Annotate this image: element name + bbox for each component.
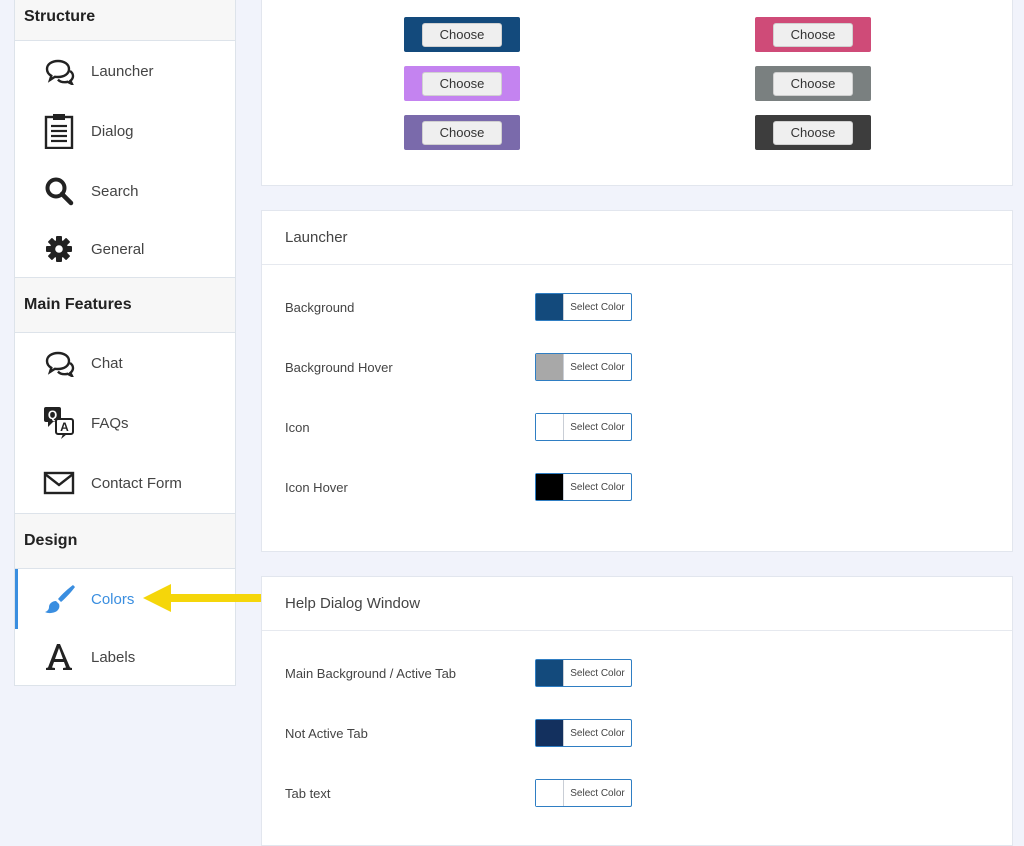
color-picker-not-active-tab[interactable]: Select Color [535, 719, 632, 747]
setting-label: Background Hover [285, 359, 393, 375]
pointer-arrow [143, 584, 265, 612]
color-swatch [536, 720, 564, 746]
color-picker-tab-text[interactable]: Select Color [535, 779, 632, 807]
sidebar-item-label: Contact Form [91, 474, 182, 492]
sidebar-item-dialog[interactable]: Dialog [15, 101, 235, 161]
sidebar-group-title: Design [24, 532, 78, 549]
color-picker-icon-hover[interactable]: Select Color [535, 473, 632, 501]
sidebar-group-main-features: Main Features [14, 278, 236, 333]
theme-presets-card: Choose Choose Choose Choose Choose Choos… [261, 0, 1013, 186]
theme-swatch: Choose [404, 66, 520, 101]
sidebar-item-faqs[interactable]: QA FAQs [15, 393, 235, 453]
color-swatch [536, 354, 564, 380]
color-swatch [536, 474, 564, 500]
gear-icon [41, 231, 77, 267]
color-picker-background-hover[interactable]: Select Color [535, 353, 632, 381]
card-title: Help Dialog Window [262, 577, 1012, 631]
letter-a-icon [41, 639, 77, 675]
launcher-colors-card: Launcher Background Select Color Backgro… [261, 210, 1013, 552]
choose-theme-button[interactable]: Choose [773, 120, 853, 145]
setting-label: Main Background / Active Tab [285, 665, 457, 681]
sidebar-item-label: FAQs [91, 414, 129, 432]
clipboard-icon [41, 113, 77, 149]
svg-text:A: A [60, 420, 69, 434]
brush-icon [41, 581, 77, 617]
sidebar-item-contact-form[interactable]: Contact Form [15, 453, 235, 513]
setting-label: Icon [285, 419, 310, 435]
envelope-icon [41, 465, 77, 501]
color-swatch [536, 414, 564, 440]
theme-swatch: Choose [755, 115, 871, 150]
setting-label: Background [285, 299, 355, 315]
setting-label: Tab text [285, 785, 331, 801]
choose-theme-button[interactable]: Choose [773, 71, 853, 96]
sidebar-item-label: Dialog [91, 122, 134, 140]
sidebar-group-title: Main Features [24, 296, 132, 313]
color-picker-background[interactable]: Select Color [535, 293, 632, 321]
select-color-label: Select Color [570, 301, 625, 313]
search-icon [41, 173, 77, 209]
sidebar-item-label: General [91, 240, 145, 258]
theme-swatch: Choose [404, 115, 520, 150]
choose-theme-button[interactable]: Choose [422, 22, 502, 47]
choose-theme-button[interactable]: Choose [773, 22, 853, 47]
theme-swatch: Choose [755, 66, 871, 101]
color-picker-main-background[interactable]: Select Color [535, 659, 632, 687]
select-color-label: Select Color [570, 787, 625, 799]
select-color-label: Select Color [570, 727, 625, 739]
select-color-label: Select Color [570, 481, 625, 493]
sidebar-item-label: Launcher [91, 62, 154, 80]
setting-label: Icon Hover [285, 479, 348, 495]
qa-icon: QA [41, 405, 77, 441]
sidebar-group-title: Structure [24, 7, 96, 25]
sidebar-item-label: Labels [91, 648, 136, 666]
sidebar-item-label: Colors [91, 590, 135, 608]
card-title: Launcher [262, 211, 1012, 265]
sidebar-item-chat[interactable]: Chat [15, 333, 235, 393]
sidebar-item-general[interactable]: General [15, 221, 235, 277]
sidebar-item-launcher[interactable]: Launcher [15, 41, 235, 101]
color-swatch [536, 294, 564, 320]
select-color-label: Select Color [570, 361, 625, 373]
select-color-label: Select Color [570, 421, 625, 433]
sidebar-item-label: Chat [91, 354, 123, 372]
select-color-label: Select Color [570, 667, 625, 679]
sidebar-group-design: Design [14, 514, 236, 569]
choose-theme-button[interactable]: Choose [422, 71, 502, 96]
chat-bubbles-icon [41, 345, 77, 381]
theme-swatch: Choose [755, 17, 871, 52]
setting-label: Not Active Tab [285, 725, 368, 741]
theme-swatch: Choose [404, 17, 520, 52]
help-dialog-colors-card: Help Dialog Window Main Background / Act… [261, 576, 1013, 846]
chat-bubbles-icon [41, 53, 77, 89]
choose-theme-button[interactable]: Choose [422, 120, 502, 145]
color-picker-icon[interactable]: Select Color [535, 413, 632, 441]
color-swatch [536, 660, 564, 686]
sidebar-item-label: Search [91, 182, 139, 200]
sidebar-item-labels[interactable]: Labels [15, 629, 235, 685]
color-swatch [536, 780, 564, 806]
sidebar-item-search[interactable]: Search [15, 161, 235, 221]
sidebar-group-structure: Structure [14, 0, 236, 41]
